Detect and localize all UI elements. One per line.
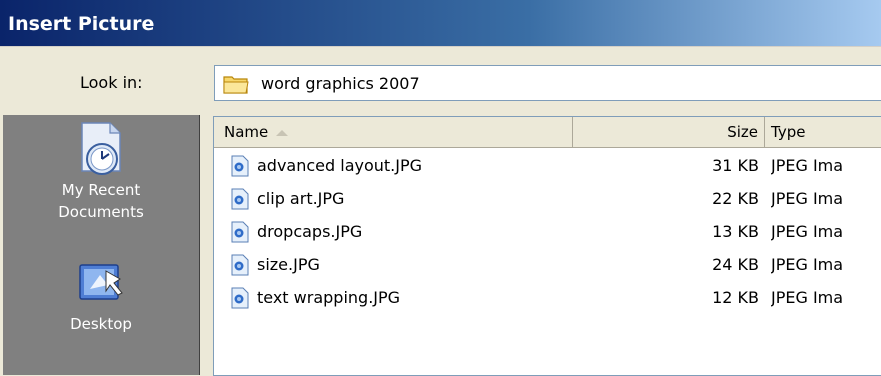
jpeg-file-icon [231, 254, 249, 276]
file-size: 31 KB [712, 156, 759, 175]
file-name: advanced layout.JPG [257, 156, 423, 175]
file-size: 24 KB [712, 255, 759, 274]
desktop-icon [79, 264, 123, 300]
places-bar: My Recent Documents Desktop [3, 115, 200, 375]
file-size: 13 KB [712, 222, 759, 241]
place-desktop[interactable]: Desktop [3, 261, 199, 335]
column-type-label: Type [771, 123, 806, 141]
look-in-dropdown[interactable]: word graphics 2007 [214, 65, 881, 101]
column-header-type[interactable]: Type [765, 117, 881, 147]
file-row[interactable]: size.JPG 24 KB JPEG Ima [214, 250, 881, 280]
column-header-row: Name Size Type [214, 117, 881, 148]
folder-icon [223, 76, 249, 94]
column-name-label: Name [224, 123, 269, 141]
file-type: JPEG Ima [771, 255, 844, 274]
jpeg-file-icon [231, 188, 249, 210]
jpeg-file-icon [231, 287, 249, 309]
place-label: Documents [58, 203, 144, 221]
look-in-label: Look in: [80, 73, 143, 92]
column-size-label: Size [727, 123, 758, 141]
file-row[interactable]: clip art.JPG 22 KB JPEG Ima [214, 184, 881, 214]
file-name: size.JPG [257, 255, 320, 274]
place-label: My Recent [61, 181, 141, 199]
column-header-size[interactable]: Size [573, 117, 765, 147]
place-my-recent-documents[interactable]: My Recent Documents [3, 121, 199, 223]
file-type: JPEG Ima [771, 189, 844, 208]
title-bar[interactable]: Insert Picture [0, 0, 881, 47]
file-name: clip art.JPG [257, 189, 345, 208]
file-name: dropcaps.JPG [257, 222, 363, 241]
column-header-name[interactable]: Name [214, 117, 573, 147]
file-type: JPEG Ima [771, 156, 844, 175]
place-label: Desktop [70, 315, 132, 333]
file-row[interactable]: dropcaps.JPG 13 KB JPEG Ima [214, 217, 881, 247]
jpeg-file-icon [231, 221, 249, 243]
file-name: text wrapping.JPG [257, 288, 401, 307]
file-type: JPEG Ima [771, 222, 844, 241]
jpeg-file-icon [231, 155, 249, 177]
file-list[interactable]: Name Size Type advanced layout.JPG 31 KB… [213, 116, 881, 376]
sort-ascending-icon [276, 129, 289, 136]
file-size: 22 KB [712, 189, 759, 208]
file-row[interactable]: advanced layout.JPG 31 KB JPEG Ima [214, 151, 881, 181]
file-size: 12 KB [712, 288, 759, 307]
dialog-title: Insert Picture [8, 13, 155, 35]
file-type: JPEG Ima [771, 288, 844, 307]
file-row[interactable]: text wrapping.JPG 12 KB JPEG Ima [214, 283, 881, 313]
recent-documents-icon [81, 122, 121, 175]
look-in-value: word graphics 2007 [261, 74, 420, 93]
